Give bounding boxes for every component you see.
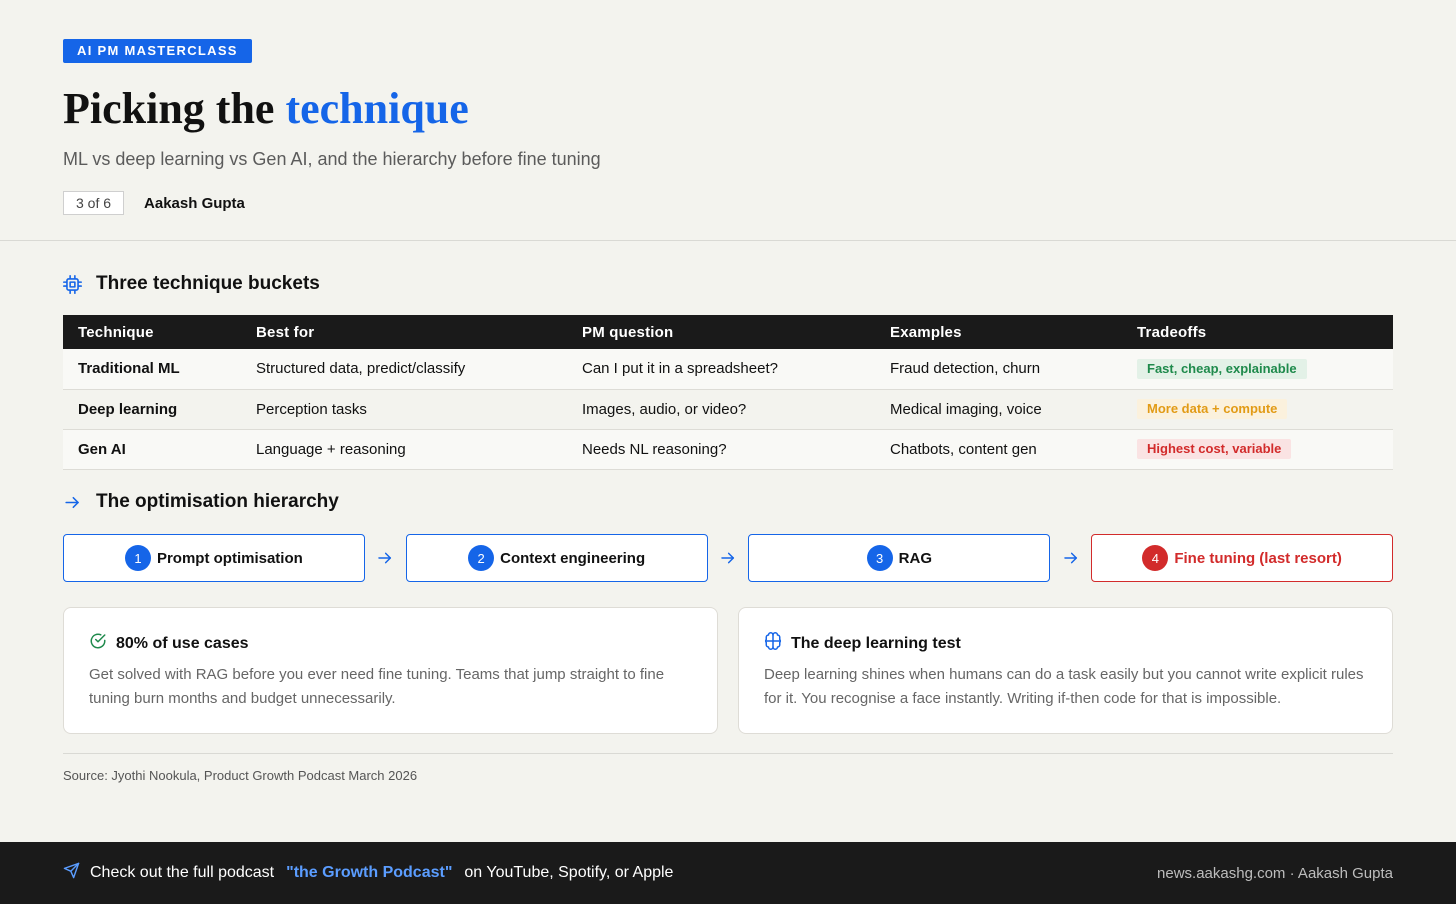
best-for-cell: Language + reasoning xyxy=(241,429,567,470)
column-header: Tradeoffs xyxy=(1122,315,1393,349)
step-label: Context engineering xyxy=(500,549,646,567)
card-title: 80% of use cases xyxy=(116,634,249,652)
card-body: Get solved with RAG before you ever need… xyxy=(89,666,665,707)
section-title: Three technique buckets xyxy=(96,273,320,294)
step-label: Fine tuning (last resort) xyxy=(1174,549,1342,567)
column-header: Best for xyxy=(241,315,567,349)
tradeoff-cell: Fast, cheap, explainable xyxy=(1122,349,1393,390)
step-label: RAG xyxy=(898,549,933,567)
step-number: 1 xyxy=(124,545,151,571)
page-counter: 3 of 6 xyxy=(63,191,125,215)
promo-tail: on YouTube, Spotify, or Apple xyxy=(464,864,674,881)
step-context-engineering: 2 Context engineering xyxy=(405,534,708,582)
card-body: Deep learning shines when humans can do … xyxy=(764,666,1364,707)
podcast-promo: Check out the full podcast "the Growth P… xyxy=(63,862,673,884)
buckets-heading: Three technique buckets xyxy=(63,273,320,295)
tradeoff-cell: Highest cost, variable xyxy=(1122,429,1393,470)
promo-lead: Check out the full podcast xyxy=(90,864,275,881)
arrow-right-icon xyxy=(63,493,82,512)
hierarchy-heading: The optimisation hierarchy xyxy=(63,491,339,513)
hierarchy-steps: 1 Prompt optimisation 2 Context engineer… xyxy=(63,534,1393,582)
page-title: Picking the technique xyxy=(63,81,1393,137)
table-row: Gen AI Language + reasoning Needs NL rea… xyxy=(63,429,1393,470)
pm-question-cell: Can I put it in a spreadsheet? xyxy=(567,349,875,390)
best-for-cell: Structured data, predict/classify xyxy=(241,349,567,390)
header: AI PM MASTERCLASS Picking the technique … xyxy=(63,39,1393,215)
table-row: Deep learning Perception tasks Images, a… xyxy=(63,389,1393,430)
technique-table: Technique Best for PM question Examples … xyxy=(63,315,1393,470)
check-circle-icon xyxy=(89,632,107,655)
page-subtitle: ML vs deep learning vs Gen AI, and the h… xyxy=(63,149,601,169)
step-fine-tuning: 4 Fine tuning (last resort) xyxy=(1091,534,1393,582)
examples-cell: Fraud detection, churn xyxy=(875,349,1122,390)
title-prefix: Picking the xyxy=(63,84,275,133)
step-rag: 3 RAG xyxy=(748,534,1051,582)
technique-cell: Traditional ML xyxy=(63,349,241,390)
table-header-row: Technique Best for PM question Examples … xyxy=(63,315,1393,349)
series-badge: AI PM MASTERCLASS xyxy=(63,39,252,63)
column-header: PM question xyxy=(567,315,875,349)
card-deep-learning-test: The deep learning test Deep learning shi… xyxy=(738,607,1393,734)
card-header: 80% of use cases xyxy=(89,632,692,655)
examples-cell: Medical imaging, voice xyxy=(875,389,1122,430)
card-use-cases: 80% of use cases Get solved with RAG bef… xyxy=(63,607,718,734)
title-accent: technique xyxy=(285,84,469,133)
technique-cell: Gen AI xyxy=(63,429,241,470)
insight-cards: 80% of use cases Get solved with RAG bef… xyxy=(63,607,1393,734)
step-number: 3 xyxy=(866,545,893,571)
column-header: Examples xyxy=(875,315,1122,349)
technique-cell: Deep learning xyxy=(63,389,241,430)
table-row: Traditional ML Structured data, predict/… xyxy=(63,349,1393,390)
tradeoff-tag: Fast, cheap, explainable xyxy=(1137,358,1307,379)
examples-cell: Chatbots, content gen xyxy=(875,429,1122,470)
tradeoff-tag: Highest cost, variable xyxy=(1137,439,1292,459)
arrow-right-icon xyxy=(1050,550,1091,566)
card-title: The deep learning test xyxy=(791,634,961,652)
meta-row: 3 of 6 Aakash Gupta xyxy=(63,191,1393,215)
podcast-link[interactable]: "the Growth Podcast" xyxy=(286,864,452,882)
section-title: The optimisation hierarchy xyxy=(96,491,339,512)
best-for-cell: Perception tasks xyxy=(241,389,567,430)
arrow-right-icon xyxy=(708,550,749,566)
header-divider xyxy=(0,240,1456,241)
column-header: Technique xyxy=(63,315,241,349)
cpu-chip-icon xyxy=(63,274,82,294)
step-number: 2 xyxy=(468,545,495,571)
step-number: 4 xyxy=(1142,545,1169,571)
site-credit: news.aakashg.com · Aakash Gupta xyxy=(1157,864,1393,882)
author-name: Aakash Gupta xyxy=(144,194,245,212)
brain-icon xyxy=(764,632,782,655)
step-prompt-optimisation: 1 Prompt optimisation xyxy=(63,534,365,582)
card-header: The deep learning test xyxy=(764,632,1367,655)
footer-bar: Check out the full podcast "the Growth P… xyxy=(0,842,1456,904)
pm-question-cell: Needs NL reasoning? xyxy=(567,429,875,470)
step-label: Prompt optimisation xyxy=(156,549,303,567)
send-icon xyxy=(63,862,80,884)
tradeoff-cell: More data + compute xyxy=(1122,389,1393,430)
pm-question-cell: Images, audio, or video? xyxy=(567,389,875,430)
arrow-right-icon xyxy=(365,550,406,566)
source-note: Source: Jyothi Nookula, Product Growth P… xyxy=(63,768,418,783)
source-divider xyxy=(63,753,1393,754)
tradeoff-tag: More data + compute xyxy=(1137,399,1288,419)
